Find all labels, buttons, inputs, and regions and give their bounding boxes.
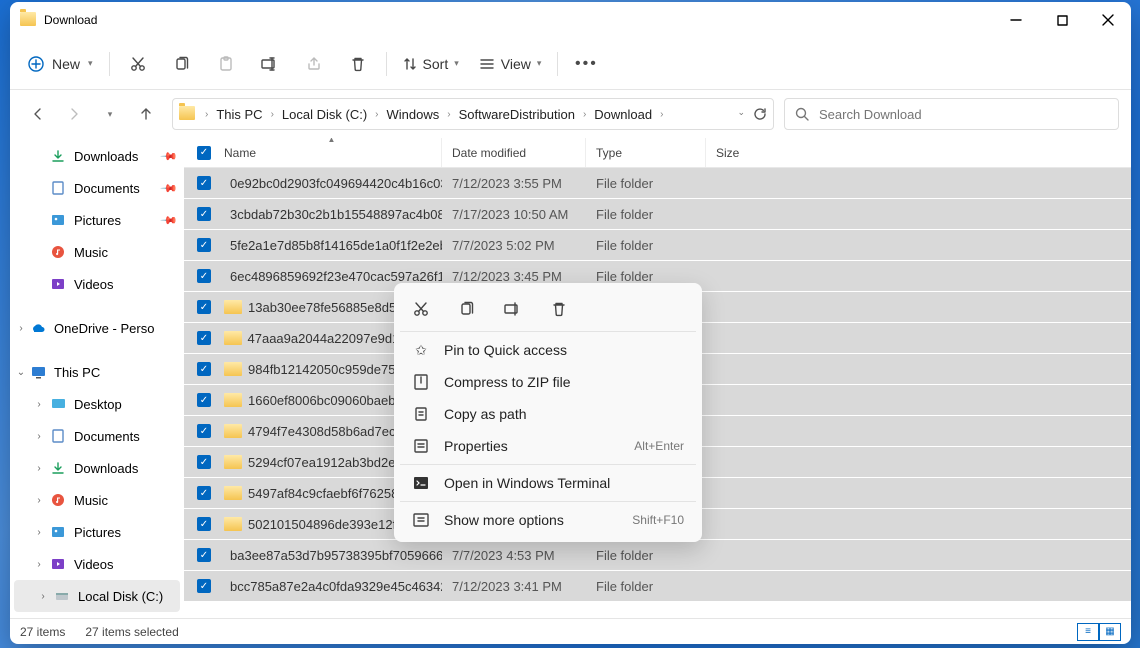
cm-compress-zip[interactable]: Compress to ZIP file [400, 366, 696, 398]
trash-icon [350, 56, 366, 72]
folder-icon [179, 106, 197, 122]
terminal-icon [412, 476, 430, 490]
table-row[interactable]: ✓bcc785a87e2a4c0fda9329e45c46342b7/12/20… [184, 571, 1131, 601]
refresh-icon[interactable] [753, 107, 767, 121]
new-button[interactable]: New ▾ [20, 46, 101, 82]
table-row[interactable]: ✓ba3ee87a53d7b95738395bf7059666b17/7/202… [184, 540, 1131, 570]
more-button[interactable]: ••• [566, 46, 606, 82]
breadcrumb[interactable]: › This PC› Local Disk (C:)› Windows› Sof… [172, 98, 774, 130]
rename-icon [261, 56, 279, 72]
context-menu: ✩ Pin to Quick access Compress to ZIP fi… [394, 283, 702, 542]
cm-cut-button[interactable] [412, 300, 430, 318]
share-icon [306, 56, 322, 72]
cm-show-more[interactable]: Show more options Shift+F10 [400, 504, 696, 536]
paste-icon [218, 56, 234, 72]
sidebar-item[interactable]: ›Downloads [10, 452, 184, 484]
copy-path-icon [412, 406, 430, 422]
cm-pin-quick-access[interactable]: ✩ Pin to Quick access [400, 334, 696, 366]
rename-button[interactable] [250, 46, 290, 82]
sidebar-item[interactable]: ›Documents [10, 420, 184, 452]
column-headers: ✓ Name▲ Date modified Type Size [184, 138, 1131, 168]
sidebar-item[interactable]: Music [10, 236, 184, 268]
plus-circle-icon [28, 56, 44, 72]
cm-copy-button[interactable] [458, 300, 476, 318]
column-name[interactable]: Name▲ [214, 138, 442, 167]
cm-copy-path[interactable]: Copy as path [400, 398, 696, 430]
sidebar-item[interactable]: Documents📌 [10, 172, 184, 204]
window-title: Download [44, 13, 993, 27]
sidebar-item[interactable]: Downloads📌 [10, 140, 184, 172]
table-row[interactable]: ✓5fe2a1e7d85b8f14165de1a0f1f2e2eb7/7/202… [184, 230, 1131, 260]
toolbar: New ▾ Sort ▾ View ▾ ••• [10, 38, 1131, 90]
cm-properties[interactable]: Properties Alt+Enter [400, 430, 696, 462]
sidebar-item[interactable]: ›Desktop [10, 388, 184, 420]
chevron-down-icon: ▾ [537, 58, 542, 69]
sidebar-item[interactable]: ›Pictures [10, 516, 184, 548]
sidebar: Downloads📌Documents📌Pictures📌MusicVideos… [10, 138, 184, 618]
addressbar: ▾ › This PC› Local Disk (C:)› Windows› S… [10, 90, 1131, 138]
ellipsis-icon: ••• [575, 55, 598, 73]
column-date[interactable]: Date modified [442, 138, 586, 167]
delete-button[interactable] [338, 46, 378, 82]
more-icon [412, 513, 430, 527]
search-icon [795, 107, 809, 121]
sidebar-item[interactable]: ›Music [10, 484, 184, 516]
titlebar: Download [10, 2, 1131, 38]
sidebar-item[interactable]: Videos [10, 268, 184, 300]
search-box[interactable] [784, 98, 1119, 130]
close-button[interactable] [1085, 4, 1131, 36]
window-folder-icon [20, 12, 36, 28]
up-button[interactable] [130, 98, 162, 130]
properties-icon [412, 439, 430, 453]
maximize-button[interactable] [1039, 4, 1085, 36]
sidebar-item[interactable]: ›OneDrive - Perso [10, 312, 184, 344]
column-size[interactable]: Size [706, 138, 1131, 167]
statusbar: 27 items 27 items selected ≡ ▦ [10, 618, 1131, 644]
copy-icon [174, 56, 190, 72]
copy-button[interactable] [162, 46, 202, 82]
cm-open-terminal[interactable]: Open in Windows Terminal [400, 467, 696, 499]
sidebar-item[interactable]: Pictures📌 [10, 204, 184, 236]
cm-delete-button[interactable] [550, 300, 568, 318]
cm-rename-button[interactable] [504, 300, 522, 318]
list-icon [479, 57, 495, 71]
sidebar-item[interactable]: ⌄This PC [10, 356, 184, 388]
sidebar-item[interactable]: ›Local Disk (C:) [14, 580, 180, 612]
details-view-toggle[interactable]: ≡ [1077, 623, 1099, 641]
chevron-down-icon[interactable]: ⌄ [737, 107, 745, 121]
back-button[interactable] [22, 98, 54, 130]
share-button[interactable] [294, 46, 334, 82]
scissors-icon [130, 56, 146, 72]
zip-icon [412, 374, 430, 390]
selected-count: 27 items selected [85, 625, 178, 639]
chevron-down-icon: ▾ [454, 58, 459, 69]
recent-button[interactable]: ▾ [94, 98, 126, 130]
chevron-down-icon: ▾ [88, 58, 93, 69]
search-input[interactable] [819, 107, 1108, 122]
minimize-button[interactable] [993, 4, 1039, 36]
sort-icon [403, 57, 417, 71]
tiles-view-toggle[interactable]: ▦ [1099, 623, 1121, 641]
sort-button[interactable]: Sort ▾ [395, 46, 467, 82]
view-button[interactable]: View ▾ [471, 46, 550, 82]
file-explorer-window: Download New ▾ Sort ▾ View ▾ [10, 2, 1131, 644]
table-row[interactable]: ✓3cbdab72b30c2b1b15548897ac4b08857/17/20… [184, 199, 1131, 229]
table-row[interactable]: ✓0e92bc0d2903fc049694420c4b16c03b7/12/20… [184, 168, 1131, 198]
column-type[interactable]: Type [586, 138, 706, 167]
cut-button[interactable] [118, 46, 158, 82]
paste-button[interactable] [206, 46, 246, 82]
select-all-checkbox[interactable]: ✓ [197, 146, 211, 160]
item-count: 27 items [20, 625, 65, 639]
pin-icon: ✩ [412, 342, 430, 359]
sidebar-item[interactable]: ›Videos [10, 548, 184, 580]
forward-button[interactable] [58, 98, 90, 130]
